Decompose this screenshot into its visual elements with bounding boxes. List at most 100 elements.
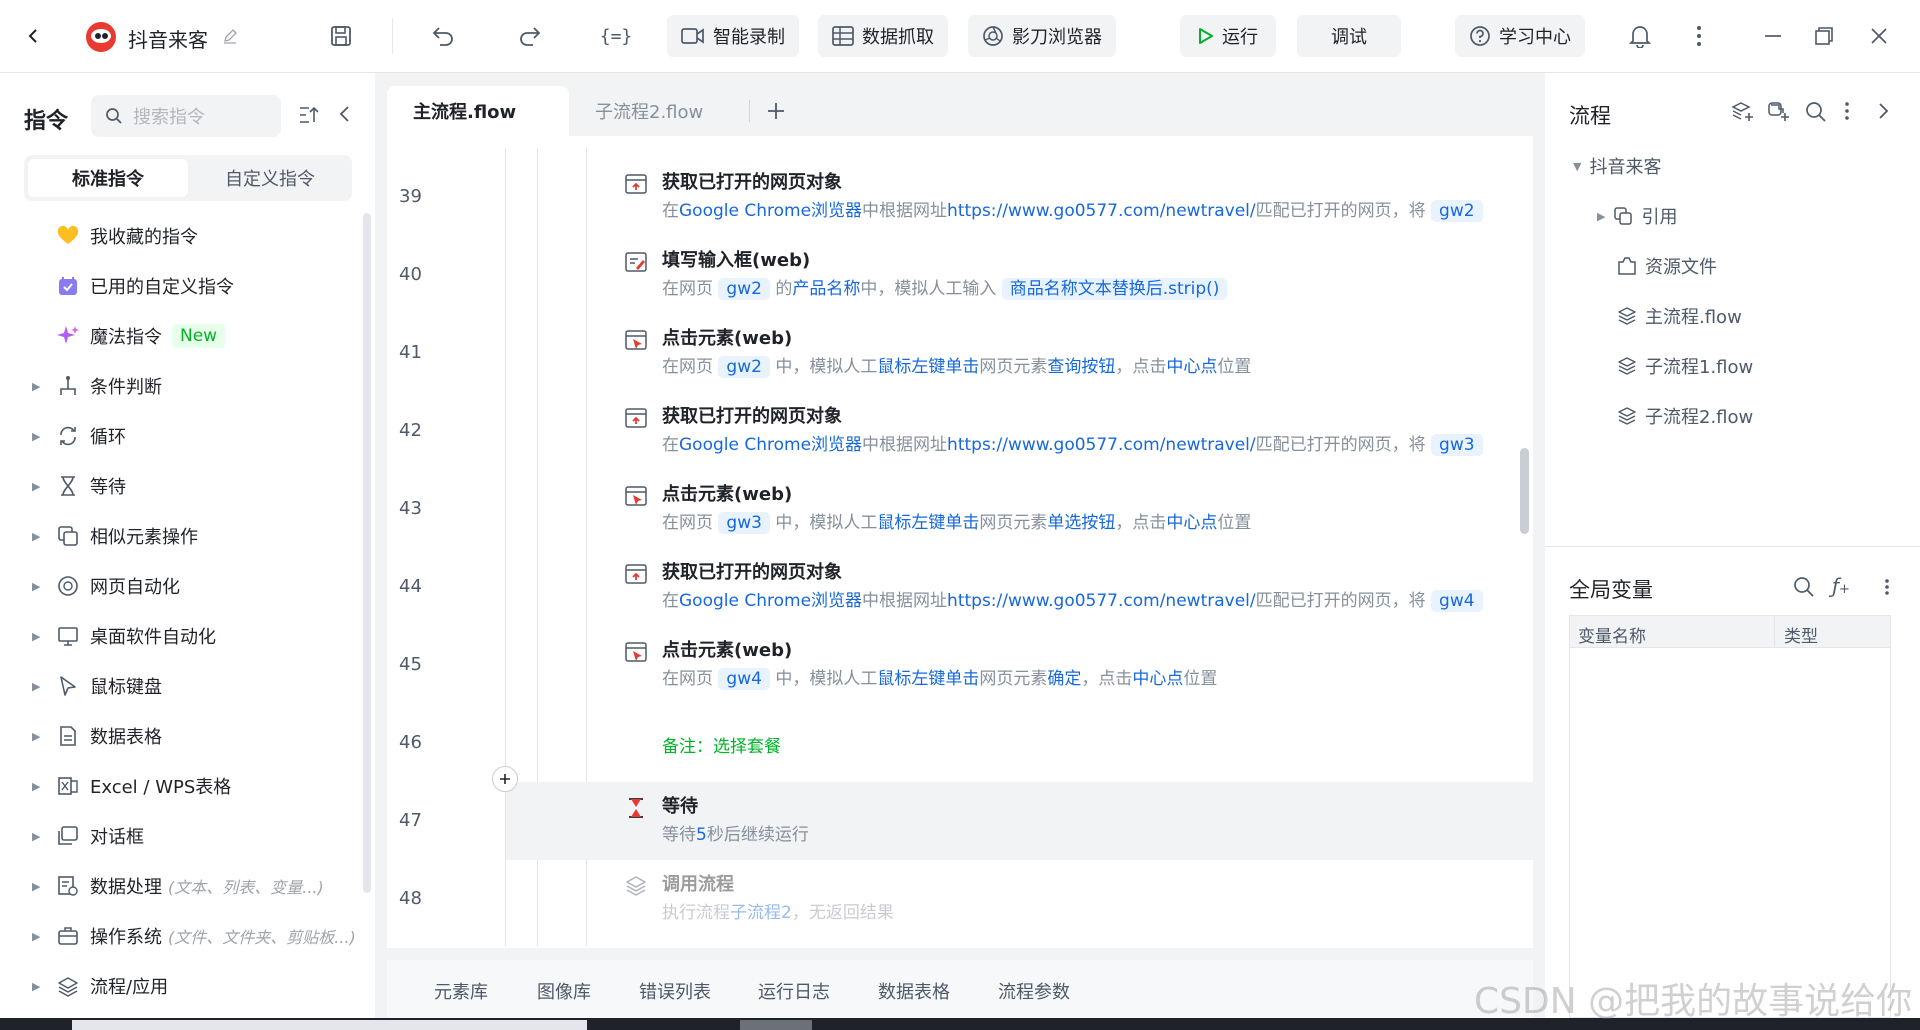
tree-item-main-flow[interactable]: 主流程.flow	[1617, 303, 1742, 329]
horizontal-scrollbar[interactable]	[72, 1020, 587, 1030]
tab-image-library[interactable]: 图像库	[537, 978, 591, 1004]
add-step-icon[interactable]	[492, 766, 518, 792]
debug-button[interactable]: 调试	[1297, 15, 1401, 57]
hourglass-icon	[56, 475, 80, 497]
learning-center-button[interactable]: 学习中心	[1455, 15, 1585, 57]
editor-scrollbar[interactable]	[1520, 448, 1529, 534]
bell-icon[interactable]	[1625, 21, 1655, 51]
tree-item-reference[interactable]: ▶ 引用	[1597, 203, 1677, 229]
command-item-label: 数据表格	[90, 727, 162, 748]
back-icon[interactable]	[18, 21, 48, 51]
panel-divider	[1545, 546, 1920, 547]
excel-icon	[56, 775, 80, 797]
command-item-similar-elements[interactable]: ▶ 相似元素操作	[0, 516, 360, 556]
command-item-operating-system[interactable]: ▶ 操作系统 (文件、文件夹、剪贴板...)	[0, 916, 360, 956]
flow-comment[interactable]: 备注：选择套餐	[662, 732, 781, 757]
tree-item-subflow2[interactable]: 子流程2.flow	[1617, 403, 1753, 429]
tree-root[interactable]: ▼ 抖音来客	[1573, 153, 1661, 179]
data-capture-button[interactable]: 数据抓取	[818, 15, 948, 57]
command-item-data-table[interactable]: ▶ 数据表格	[0, 716, 360, 756]
command-item-dialog[interactable]: ▶ 对话框	[0, 816, 360, 856]
browser-button[interactable]: 影刀浏览器	[968, 15, 1116, 57]
sort-icon[interactable]	[298, 105, 320, 125]
variable-tag: gw3	[1431, 434, 1483, 456]
flow-step-selected[interactable]	[506, 782, 1533, 860]
step-description: 等待5秒后继续运行	[662, 820, 809, 845]
desc-text: ，点击	[1115, 513, 1167, 533]
function-add-icon[interactable]: ƒ+	[1832, 574, 1850, 598]
tab-data-table[interactable]: 数据表格	[878, 978, 950, 1004]
more-vertical-icon[interactable]	[1684, 21, 1714, 51]
redo-icon[interactable]	[515, 21, 545, 51]
step-title: 获取已打开的网页对象	[662, 562, 842, 583]
tab-standard-commands[interactable]: 标准指令	[28, 159, 188, 197]
code-variable-icon[interactable]: {=}	[600, 21, 633, 51]
desc-text: ，点击	[1115, 357, 1167, 377]
command-search-input[interactable]: 搜索指令	[91, 95, 281, 137]
debug-label: 调试	[1331, 27, 1367, 48]
smart-record-button[interactable]: 智能录制	[667, 15, 799, 57]
line-number: 42	[399, 420, 422, 441]
top-toolbar: 抖音来客 {=} 智能录制 数据抓取 影刀浏览器 运行 调试 学习中心	[0, 0, 1920, 73]
tab-main-flow[interactable]: 主流程.flow	[387, 86, 569, 136]
rename-pencil-icon[interactable]	[215, 21, 245, 51]
command-item-loop[interactable]: ▶ 循环	[0, 416, 360, 456]
tab-element-library[interactable]: 元素库	[434, 978, 488, 1004]
command-item-label: 我收藏的指令	[90, 227, 198, 248]
desc-text: 位置	[1183, 669, 1218, 689]
new-flow-icon[interactable]	[1731, 101, 1755, 123]
tab-custom-commands[interactable]: 自定义指令	[192, 159, 348, 197]
search-icon[interactable]	[1805, 101, 1827, 123]
collapse-panel-icon[interactable]	[338, 105, 350, 123]
caret-right-icon: ▶	[1597, 209, 1606, 223]
new-module-icon[interactable]	[1767, 101, 1791, 123]
browser-icon	[56, 575, 80, 597]
tab-run-log[interactable]: 运行日志	[758, 978, 830, 1004]
command-item-used-custom[interactable]: 已用的自定义指令	[0, 266, 360, 306]
tab-flow-params[interactable]: 流程参数	[998, 978, 1070, 1004]
magic-sparkle-icon	[56, 324, 80, 348]
more-vertical-icon[interactable]	[1884, 578, 1890, 596]
tree-item-resources[interactable]: 资源文件	[1617, 253, 1717, 279]
desc-text: 中，模拟人工	[775, 513, 878, 533]
command-item-wait[interactable]: ▶ 等待	[0, 466, 360, 506]
desc-text: 位置	[1217, 357, 1252, 377]
desc-param: Google Chrome浏览器	[679, 591, 863, 611]
tab-error-list[interactable]: 错误列表	[639, 978, 711, 1004]
command-item-favorites[interactable]: 我收藏的指令	[0, 216, 360, 256]
command-item-desktop-automation[interactable]: ▶ 桌面软件自动化	[0, 616, 360, 656]
heart-icon	[56, 226, 80, 246]
search-icon[interactable]	[1793, 576, 1815, 598]
undo-icon[interactable]	[428, 21, 458, 51]
minimize-icon[interactable]	[1758, 21, 1788, 51]
command-item-flow-app[interactable]: ▶ 流程/应用	[0, 966, 360, 1006]
command-list-scrollbar[interactable]	[363, 213, 371, 893]
command-item-label: 桌面软件自动化	[90, 627, 216, 648]
close-icon[interactable]	[1864, 21, 1894, 51]
step-title: 点击元素(web)	[662, 328, 793, 349]
help-circle-icon	[1469, 25, 1491, 47]
more-vertical-icon[interactable]	[1844, 101, 1850, 121]
command-item-mouse-keyboard[interactable]: ▶ 鼠标键盘	[0, 666, 360, 706]
tab-divider	[749, 100, 750, 122]
command-item-data-processing[interactable]: ▶ 数据处理 (文本、列表、变量...)	[0, 866, 360, 906]
command-item-magic[interactable]: 魔法指令 New	[0, 316, 360, 356]
column-variable-name: 变量名称	[1578, 627, 1646, 647]
step-title: 获取已打开的网页对象	[662, 172, 842, 193]
tree-item-subflow1[interactable]: 子流程1.flow	[1617, 353, 1753, 379]
command-panel-title: 指令	[24, 109, 69, 134]
variable-tag: gw2	[1431, 200, 1483, 222]
save-icon[interactable]	[326, 21, 356, 51]
add-tab-icon[interactable]	[763, 98, 789, 124]
command-item-condition[interactable]: ▶ 条件判断	[0, 366, 360, 406]
scrollbar-thumb[interactable]	[740, 1020, 812, 1030]
chevron-right-icon[interactable]	[1878, 102, 1890, 120]
desc-param: 5	[696, 825, 707, 845]
desc-param: 鼠标左键单击	[877, 357, 980, 377]
project-name: 抖音来客	[128, 28, 208, 52]
run-button[interactable]: 运行	[1180, 15, 1276, 57]
restore-icon[interactable]	[1809, 21, 1839, 51]
tab-subflow2[interactable]: 子流程2.flow	[569, 86, 749, 136]
command-item-web-automation[interactable]: ▶ 网页自动化	[0, 566, 360, 606]
command-item-excel-wps[interactable]: ▶ Excel / WPS表格	[0, 766, 360, 806]
